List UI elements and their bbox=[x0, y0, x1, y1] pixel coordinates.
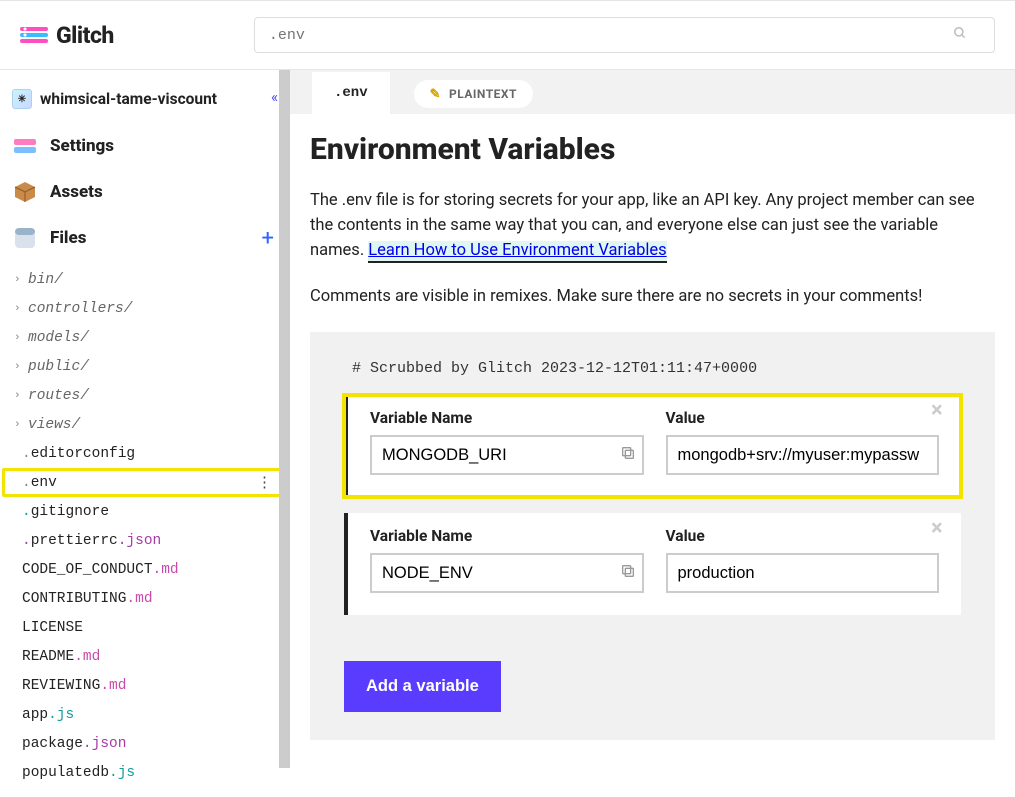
file-tree: › bin/› controllers/› models/› public/› … bbox=[0, 261, 290, 797]
folder-row[interactable]: › views/ bbox=[2, 410, 290, 439]
folder-row[interactable]: › models/ bbox=[2, 323, 290, 352]
sidebar-item-label: Settings bbox=[50, 136, 114, 156]
intro-text: The .env file is for storing secrets for… bbox=[310, 189, 995, 263]
intro2-text: Comments are visible in remixes. Make su… bbox=[310, 285, 995, 310]
delete-var-icon[interactable]: × bbox=[931, 401, 953, 423]
page-title: Environment Variables bbox=[310, 132, 995, 167]
search-holder bbox=[254, 17, 995, 53]
add-variable-button[interactable]: Add a variable bbox=[344, 661, 501, 712]
var-value-input[interactable] bbox=[666, 553, 940, 593]
file-row-active[interactable]: .env⋮ bbox=[2, 468, 290, 497]
env-editor: # Scrubbed by Glitch 2023-12-12T01:11:47… bbox=[310, 332, 995, 740]
chevron-right-icon: › bbox=[14, 361, 28, 373]
filetype-label: PLAINTEXT bbox=[449, 87, 517, 101]
pencil-icon: ✎ bbox=[430, 87, 441, 102]
settings-icon bbox=[12, 133, 38, 159]
folder-row[interactable]: › controllers/ bbox=[2, 294, 290, 323]
sidebar-item-label: Assets bbox=[50, 182, 103, 202]
chevron-right-icon: › bbox=[14, 274, 28, 286]
env-comment: # Scrubbed by Glitch 2023-12-12T01:11:47… bbox=[352, 360, 961, 377]
chevron-right-icon: › bbox=[14, 419, 28, 431]
sidebar-item-assets[interactable]: Assets bbox=[0, 169, 290, 215]
var-value-input[interactable] bbox=[666, 435, 940, 475]
file-row[interactable]: REVIEWING.md bbox=[2, 671, 290, 700]
assets-icon bbox=[12, 179, 38, 205]
glitch-logo-icon bbox=[20, 25, 48, 45]
tab-label: .env bbox=[334, 85, 368, 101]
project-icon: ✳ bbox=[12, 89, 32, 109]
main: .env ✎ PLAINTEXT Environment Variables T… bbox=[290, 70, 1015, 768]
var-value-label: Value bbox=[666, 409, 940, 427]
tabbar: .env ✎ PLAINTEXT bbox=[290, 70, 1015, 114]
logo[interactable]: Glitch bbox=[20, 22, 114, 49]
file-row[interactable]: README.md bbox=[2, 642, 290, 671]
file-row[interactable]: LICENSE bbox=[2, 613, 290, 642]
brand-word: Glitch bbox=[56, 22, 114, 49]
sidebar: « ✳ whimsical-tame-viscount Settings Ass… bbox=[0, 70, 290, 768]
content: Environment Variables The .env file is f… bbox=[290, 114, 1015, 768]
delete-var-icon[interactable]: × bbox=[931, 519, 953, 541]
folder-row[interactable]: › bin/ bbox=[2, 265, 290, 294]
chevron-right-icon: › bbox=[14, 332, 28, 344]
files-icon bbox=[12, 225, 38, 251]
tab-env[interactable]: .env bbox=[312, 72, 390, 114]
file-row[interactable]: app.js bbox=[2, 700, 290, 729]
chevron-right-icon: › bbox=[14, 390, 28, 402]
folder-row[interactable]: › public/ bbox=[2, 352, 290, 381]
copy-icon[interactable] bbox=[620, 563, 636, 583]
folder-row[interactable]: › routes/ bbox=[2, 381, 290, 410]
var-name-label: Variable Name bbox=[370, 409, 644, 427]
var-name-label: Variable Name bbox=[370, 527, 644, 545]
file-row[interactable]: .gitignore bbox=[2, 497, 290, 526]
topbar: Glitch bbox=[0, 0, 1015, 70]
file-row[interactable]: .editorconfig bbox=[2, 439, 290, 468]
file-row[interactable]: package.json bbox=[2, 729, 290, 758]
chevron-right-icon: › bbox=[14, 303, 28, 315]
project-selector[interactable]: ✳ whimsical-tame-viscount bbox=[0, 85, 290, 123]
add-file-icon[interactable]: + bbox=[262, 226, 274, 251]
file-row[interactable]: populatedb.js bbox=[2, 758, 290, 787]
file-menu-icon[interactable]: ⋮ bbox=[257, 473, 271, 492]
env-var-card: × Variable Name Value bbox=[344, 395, 961, 497]
var-name-input[interactable] bbox=[370, 435, 644, 475]
sidebar-scrollbar[interactable] bbox=[279, 70, 290, 768]
var-name-input[interactable] bbox=[370, 553, 644, 593]
copy-icon[interactable] bbox=[620, 445, 636, 465]
filetype-pill[interactable]: ✎ PLAINTEXT bbox=[414, 80, 533, 108]
env-var-card: × Variable Name Value bbox=[344, 513, 961, 615]
search-input[interactable] bbox=[254, 17, 995, 53]
var-value-label: Value bbox=[666, 527, 940, 545]
file-row[interactable]: CONTRIBUTING.md bbox=[2, 584, 290, 613]
sidebar-item-files[interactable]: Files + bbox=[0, 215, 290, 261]
file-row[interactable]: CODE_OF_CONDUCT.md bbox=[2, 555, 290, 584]
sidebar-item-label: Files bbox=[50, 228, 86, 248]
file-row[interactable]: .prettierrc.json bbox=[2, 526, 290, 555]
learn-link[interactable]: Learn How to Use Environment Variables bbox=[368, 241, 666, 263]
sidebar-item-settings[interactable]: Settings bbox=[0, 123, 290, 169]
project-name: whimsical-tame-viscount bbox=[40, 90, 217, 108]
search-icon[interactable] bbox=[953, 26, 967, 44]
collapse-sidebar-icon[interactable]: « bbox=[271, 88, 278, 106]
